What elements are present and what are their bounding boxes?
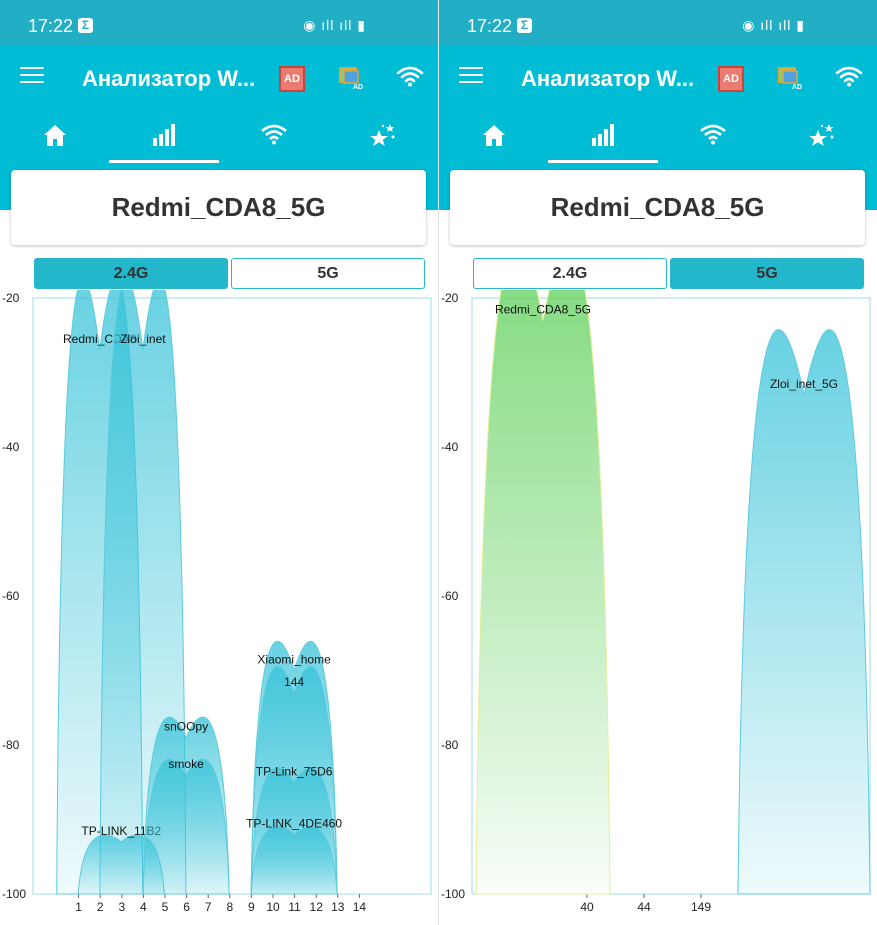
network-name: Redmi_CDA8_5G xyxy=(111,192,326,222)
tab-signal[interactable] xyxy=(548,122,658,162)
band-24-button[interactable]: 2.4G xyxy=(34,258,228,289)
network-label: Xiaomi_home xyxy=(257,653,331,667)
remove-ads-icon[interactable]: AD xyxy=(279,66,305,92)
home-icon xyxy=(483,125,505,146)
y-tick-label: -20 xyxy=(2,291,20,305)
y-tick-label: -40 xyxy=(2,440,20,454)
x-tick-label: 13 xyxy=(331,900,345,914)
band-5-button[interactable]: 5G xyxy=(670,258,864,289)
network-curve[interactable] xyxy=(250,826,338,895)
band-24-label: 2.4G xyxy=(552,264,588,282)
channel-chart-24g: -20-40-60-80-1001 2 3 4 5 6 7 8 9 10 11 12 13 14Redmi… xyxy=(2,290,432,914)
wifi-icon xyxy=(261,124,287,145)
ad-gallery-icon[interactable]: AD xyxy=(338,66,364,90)
sigma-icon: Σ xyxy=(517,18,532,33)
y-tick-label: -20 xyxy=(441,291,459,305)
menu-icon[interactable] xyxy=(20,67,44,85)
status-time: 17:22 xyxy=(28,16,74,36)
tab-home[interactable] xyxy=(439,122,549,162)
x-tick-label: 5 xyxy=(162,900,169,914)
tab-home[interactable] xyxy=(0,122,110,162)
x-tick-label: 10 xyxy=(266,900,280,914)
signal-bars-icon xyxy=(153,124,175,146)
network-curve[interactable] xyxy=(475,290,611,895)
network-label: smoke xyxy=(168,757,204,771)
x-tick-label: 7 xyxy=(205,900,212,914)
active-tab-indicator xyxy=(109,160,219,163)
wifi-icon[interactable] xyxy=(396,65,424,87)
svg-text:AD: AD xyxy=(792,84,802,90)
network-name-card: Redmi_CDA8_5G xyxy=(11,170,426,245)
network-name-card: Redmi_CDA8_5G xyxy=(450,170,865,245)
status-signal-icons: ◉ ıll ıll ▮ xyxy=(742,17,805,33)
network-curve[interactable] xyxy=(142,758,230,895)
x-tick-label: 8 xyxy=(226,900,233,914)
network-name: Redmi_CDA8_5G xyxy=(550,192,765,222)
y-tick-label: -60 xyxy=(441,589,459,603)
status-bar: 17:22 Σ ◉ ıll ıll ▮ xyxy=(0,0,438,46)
svg-text:AD: AD xyxy=(353,84,363,90)
x-tick-label: 3 xyxy=(118,900,125,914)
stars-icon xyxy=(370,124,395,146)
tab-rating[interactable] xyxy=(328,122,438,162)
y-tick-label: -40 xyxy=(441,440,459,454)
menu-icon[interactable] xyxy=(459,67,483,85)
app-title: Анализатор W... xyxy=(521,66,695,91)
app-title: Анализатор W... xyxy=(82,66,256,91)
tab-wifi[interactable] xyxy=(658,122,768,162)
network-label: TP-LINK_4DE460 xyxy=(246,816,342,830)
home-icon xyxy=(44,125,66,146)
wifi-icon[interactable] xyxy=(835,65,863,87)
band-5-label: 5G xyxy=(317,264,339,282)
band-5-label: 5G xyxy=(756,264,778,282)
y-tick-label: -100 xyxy=(2,887,26,901)
y-tick-label: -100 xyxy=(441,887,465,901)
x-tick-label: 44 xyxy=(637,900,651,914)
network-label: Zloi_inet xyxy=(120,332,166,346)
x-tick-label: 2 xyxy=(97,900,104,914)
screen-24g: 17:22 Σ ◉ ıll ıll ▮ Анализатор W... AD A… xyxy=(0,0,438,925)
x-tick-label: 1 xyxy=(75,900,82,914)
screen-5g: 17:22 Σ ◉ ıll ıll ▮ Анализатор W... AD A… xyxy=(439,0,877,925)
tab-rating[interactable] xyxy=(767,122,877,162)
active-tab-indicator xyxy=(548,160,658,163)
y-tick-label: -80 xyxy=(441,738,459,752)
status-time: 17:22 xyxy=(467,16,513,36)
band-24-label: 2.4G xyxy=(113,264,149,282)
band-24-button[interactable]: 2.4G xyxy=(473,258,667,289)
tab-signal[interactable] xyxy=(109,122,219,162)
y-tick-label: -60 xyxy=(2,589,20,603)
x-tick-label: 6 xyxy=(183,900,190,914)
network-label: Zloi_inet_5G xyxy=(770,377,838,391)
tab-wifi[interactable] xyxy=(219,122,329,162)
sigma-icon: Σ xyxy=(78,18,93,33)
network-label: snOOpy xyxy=(164,720,208,734)
x-tick-label: 11 xyxy=(288,900,301,914)
y-tick-label: -80 xyxy=(2,738,20,752)
x-tick-label: 12 xyxy=(310,900,324,914)
wifi-icon xyxy=(700,124,726,145)
ad-gallery-icon[interactable]: AD xyxy=(777,66,803,90)
status-signal-icons: ◉ ıll ıll ▮ xyxy=(303,17,366,33)
x-tick-label: 9 xyxy=(248,900,255,914)
x-tick-label: 14 xyxy=(353,900,367,914)
network-label: 144 xyxy=(284,675,304,689)
band-5-button[interactable]: 5G xyxy=(231,258,425,289)
signal-bars-icon xyxy=(592,124,614,146)
remove-ads-icon[interactable]: AD xyxy=(718,66,744,92)
network-curve[interactable] xyxy=(737,329,871,895)
network-label: TP-Link_75D6 xyxy=(256,764,333,778)
network-label: Redmi_CDA8_5G xyxy=(495,302,591,316)
status-bar: 17:22 Σ ◉ ıll ıll ▮ xyxy=(439,0,877,46)
x-tick-label: 149 xyxy=(691,900,711,914)
stars-icon xyxy=(809,124,834,146)
x-tick-label: 4 xyxy=(140,900,147,914)
channel-chart-5g: -20 -40 -60 -80 -100 40 44 149 Redmi_CDA8_5G Zloi… xyxy=(441,290,871,914)
x-tick-label: 40 xyxy=(580,900,594,914)
